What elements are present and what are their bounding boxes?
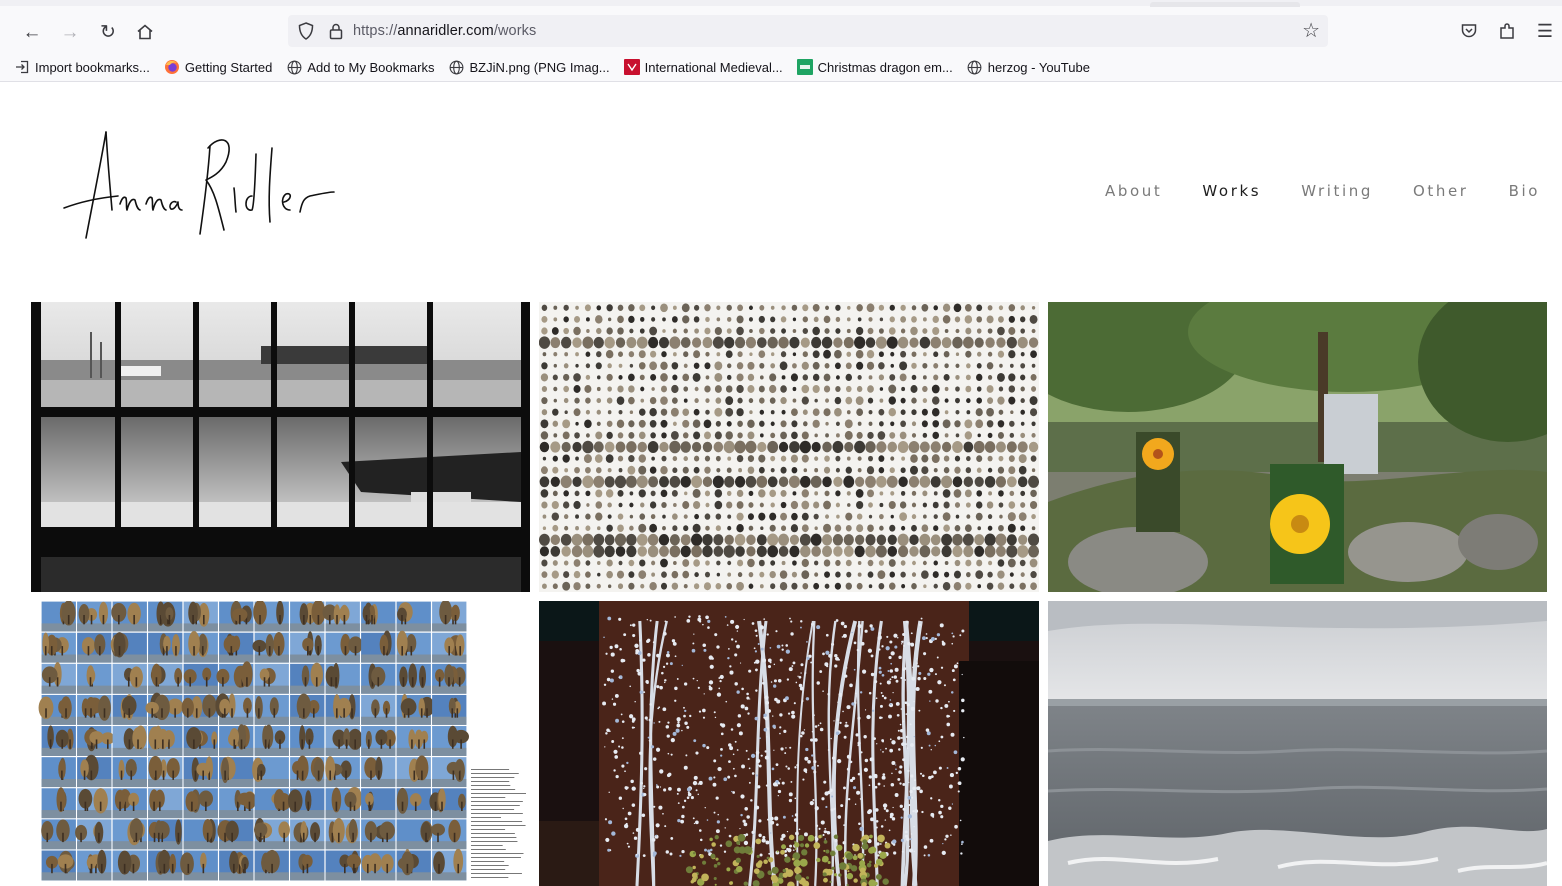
site-logo[interactable] bbox=[58, 126, 348, 244]
bookmark-label: Getting Started bbox=[184, 59, 273, 75]
pocket-icon[interactable] bbox=[1456, 18, 1482, 44]
bookmarks-toolbar: Import bookmarks... Getting Started Add … bbox=[14, 57, 1104, 77]
work-thumbnail-harbour[interactable] bbox=[31, 302, 530, 592]
globe-icon bbox=[286, 59, 302, 75]
nav-works[interactable]: Works bbox=[1202, 182, 1261, 200]
work-thumbnail-projection[interactable] bbox=[539, 601, 1039, 886]
bookmark-add-to-my-bookmarks[interactable]: Add to My Bookmarks bbox=[286, 59, 434, 75]
browser-tab[interactable] bbox=[1150, 2, 1300, 7]
bookmark-label: Import bookmarks... bbox=[35, 59, 150, 75]
import-icon bbox=[14, 59, 30, 75]
work-thumbnail-shells[interactable] bbox=[539, 302, 1039, 592]
nav-about[interactable]: About bbox=[1105, 182, 1162, 200]
bookmark-herzog-youtube[interactable]: herzog - YouTube bbox=[967, 59, 1090, 75]
nav-bio[interactable]: Bio bbox=[1509, 182, 1540, 200]
site-nav: About Works Writing Other Bio bbox=[1065, 182, 1540, 200]
bookmark-label: Add to My Bookmarks bbox=[307, 59, 435, 75]
bookmark-label: BZJiN.png (PNG Imag... bbox=[469, 59, 610, 75]
work-thumbnail-flowers[interactable] bbox=[1048, 302, 1547, 592]
bookmark-label: herzog - YouTube bbox=[987, 59, 1090, 75]
browser-toolbar: ← → ↻ https://annaridler.com/works ☆ ☰ I… bbox=[0, 0, 1562, 82]
bookmark-bzjin[interactable]: BZJiN.png (PNG Imag... bbox=[448, 59, 610, 75]
home-icon[interactable] bbox=[131, 18, 159, 46]
bookmark-label: Christmas dragon em... bbox=[817, 59, 953, 75]
work-thumbnail-sea[interactable] bbox=[1048, 601, 1547, 886]
reload-icon[interactable]: ↻ bbox=[94, 18, 122, 46]
url-text[interactable]: https://annaridler.com/works bbox=[353, 23, 536, 39]
tracking-protection-icon[interactable] bbox=[296, 21, 316, 41]
extensions-icon[interactable] bbox=[1494, 18, 1520, 44]
work-thumbnail-tree-grid[interactable] bbox=[31, 601, 530, 886]
nav-other[interactable]: Other bbox=[1413, 182, 1469, 200]
globe-icon bbox=[967, 59, 983, 75]
back-icon[interactable]: ← bbox=[18, 18, 46, 46]
green-site-icon bbox=[796, 59, 813, 75]
forward-icon[interactable]: → bbox=[56, 18, 84, 46]
bookmark-christmas-dragon[interactable]: Christmas dragon em... bbox=[796, 59, 953, 75]
address-bar[interactable]: https://annaridler.com/works ☆ bbox=[288, 15, 1328, 47]
bookmark-label: International Medieval... bbox=[644, 59, 783, 75]
lock-icon[interactable] bbox=[326, 21, 346, 41]
globe-icon bbox=[448, 59, 464, 75]
bookmark-import[interactable]: Import bookmarks... bbox=[14, 59, 150, 75]
nav-writing[interactable]: Writing bbox=[1301, 182, 1373, 200]
tab-strip bbox=[0, 0, 1562, 6]
bookmark-international-medieval[interactable]: International Medieval... bbox=[623, 59, 783, 75]
firefox-icon bbox=[164, 59, 180, 75]
bookmark-star-icon[interactable]: ☆ bbox=[1302, 20, 1320, 42]
menu-icon[interactable]: ☰ bbox=[1532, 18, 1558, 44]
red-site-icon bbox=[623, 59, 640, 75]
bookmark-getting-started[interactable]: Getting Started bbox=[164, 59, 272, 75]
